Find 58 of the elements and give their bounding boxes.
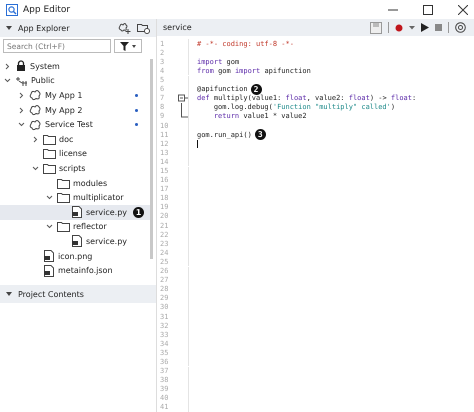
chevron-down-icon[interactable] — [46, 194, 53, 202]
app-icon — [29, 89, 42, 102]
tree-item[interactable]: license — [0, 146, 150, 162]
stop-icon[interactable] — [435, 24, 442, 32]
panel-title: Project Contents — [18, 290, 84, 298]
lock-icon — [15, 60, 27, 72]
app-icon — [6, 4, 18, 16]
play-icon[interactable] — [421, 23, 429, 32]
tree-item[interactable]: reflector — [0, 220, 150, 234]
chevron-right-icon[interactable] — [4, 62, 11, 70]
chevron-down-icon[interactable] — [4, 77, 11, 84]
tree-item[interactable]: System — [0, 59, 150, 74]
file-icon — [71, 206, 83, 218]
collapse-icon[interactable] — [6, 25, 12, 31]
panel-title: App Explorer — [18, 24, 70, 32]
add-app-icon[interactable] — [118, 22, 131, 34]
add-folder-icon[interactable] — [137, 22, 150, 34]
filter-button[interactable] — [114, 39, 142, 53]
tree-item[interactable]: service.py — [0, 234, 150, 249]
window-title: App Editor — [23, 4, 70, 14]
maximize-icon[interactable] — [423, 4, 433, 14]
chevron-down-icon[interactable] — [18, 121, 25, 128]
app-icon — [29, 104, 42, 116]
folder-icon — [57, 178, 70, 189]
fold-icon[interactable] — [178, 94, 188, 103]
tree-item[interactable]: My App 2 — [0, 102, 150, 118]
chevron-down-icon[interactable] — [46, 223, 53, 230]
tree-item[interactable]: My App 1 — [0, 88, 150, 103]
tree-item[interactable]: service.py 1 — [0, 204, 150, 220]
folder-icon — [43, 148, 56, 160]
app-icon — [29, 118, 42, 131]
file-icon — [71, 235, 83, 248]
file-icon — [43, 264, 55, 277]
network-icon — [15, 74, 28, 87]
chevron-right-icon[interactable] — [32, 136, 39, 143]
chevron-down-icon[interactable] — [32, 164, 39, 172]
tree-item[interactable]: metainfo.json — [0, 263, 150, 278]
callout-number: 3 — [254, 129, 266, 140]
folder-icon — [43, 134, 56, 145]
close-icon[interactable] — [458, 4, 468, 14]
tree-item[interactable]: doc — [0, 132, 150, 147]
editor-tab[interactable]: service — [163, 23, 192, 32]
tree-item[interactable]: Service Test — [0, 117, 150, 132]
folder-icon — [43, 162, 56, 174]
tree-item[interactable]: multiplicator — [0, 190, 150, 205]
tree-item[interactable]: Public — [0, 74, 150, 88]
callout-number: 2 — [250, 84, 262, 95]
record-icon[interactable] — [395, 24, 403, 32]
filter-icon — [120, 42, 129, 50]
scrollbar[interactable] — [150, 59, 153, 259]
tree-item[interactable]: scripts — [0, 161, 150, 176]
tree-item[interactable]: modules — [0, 176, 150, 190]
caret-icon — [132, 44, 136, 48]
caret-icon[interactable] — [409, 26, 415, 30]
tree-item[interactable]: icon.png — [0, 248, 150, 264]
collapse-icon[interactable] — [6, 291, 12, 297]
file-icon — [43, 250, 55, 262]
callout-number: 1 — [133, 206, 144, 218]
